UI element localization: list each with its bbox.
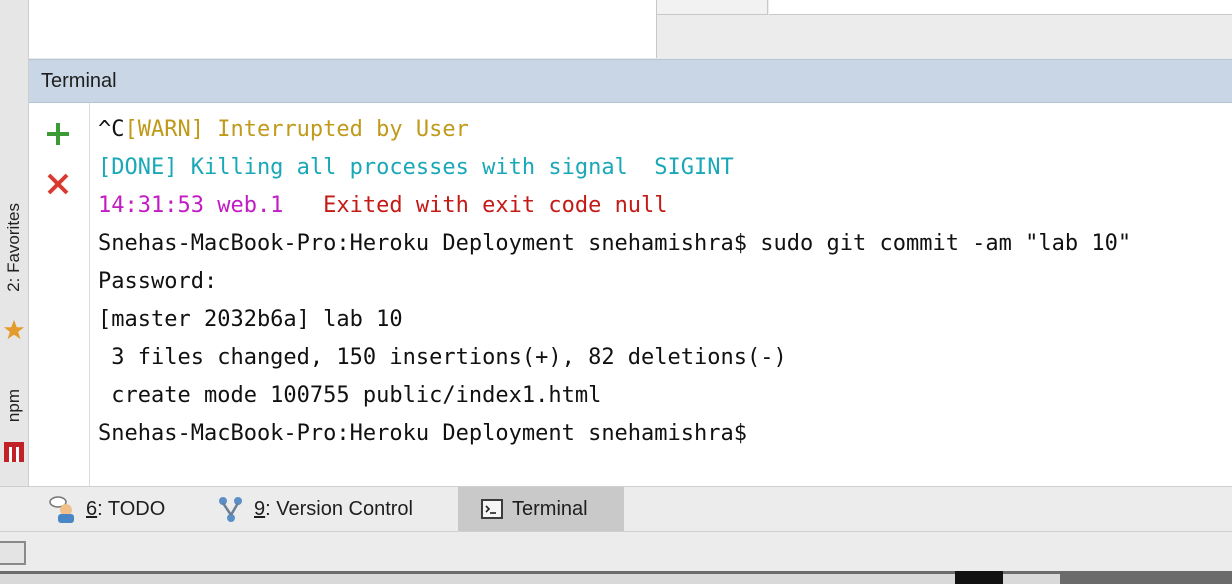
terminal-line: [master 2032b6a] lab 10 <box>98 301 403 339</box>
terminal-line: Snehas-MacBook-Pro:Heroku Deployment sne… <box>98 415 747 453</box>
terminal-text: [DONE] Killing all processes with signal… <box>98 155 734 180</box>
terminal-tab-label: Terminal <box>512 497 588 520</box>
todo-tab[interactable]: 6: TODO <box>48 487 178 531</box>
terminal-title: Terminal <box>41 69 117 92</box>
terminal-text: Snehas-MacBook-Pro:Heroku Deployment sne… <box>98 421 748 446</box>
terminal-text: 14:31:53 web.1 <box>98 193 324 218</box>
version-control-icon <box>219 497 242 522</box>
terminal-text: ^C <box>98 117 125 142</box>
terminal-text: Password: <box>98 269 218 294</box>
toggle-tool-windows-icon[interactable] <box>0 541 26 565</box>
terminal-text: [WARN] Interrupted by User <box>124 117 469 142</box>
terminal-line: 3 files changed, 150 insertions(+), 82 d… <box>98 339 787 377</box>
todo-tab-number: 6 <box>86 497 98 520</box>
terminal-line: Snehas-MacBook-Pro:Heroku Deployment sne… <box>98 225 1131 263</box>
terminal-icon <box>481 499 503 519</box>
background-window-strip <box>0 571 1232 584</box>
tool-window-bar: 6: TODO 9: Version Control Terminal <box>0 486 1232 531</box>
terminal-tab[interactable]: Terminal <box>458 487 624 531</box>
terminal-text: Snehas-MacBook-Pro:Heroku Deployment sne… <box>98 231 1132 256</box>
plus-icon[interactable] <box>43 119 73 149</box>
terminal-text: create mode 100755 public/index1.html <box>98 383 602 408</box>
todo-tab-label: : TODO <box>97 497 166 520</box>
version-control-tab-number: 9 <box>254 497 266 520</box>
terminal-line: Password: <box>98 263 217 301</box>
npm-tab-label: npm <box>4 389 23 423</box>
terminal-toolbar <box>29 103 90 486</box>
terminal-line: 14:31:53 web.1 Exited with exit code nul… <box>98 187 668 225</box>
todo-icon <box>49 496 74 523</box>
editor-panel-right <box>657 0 1232 58</box>
terminal-text: Exited with exit code null <box>323 193 668 218</box>
terminal-output[interactable]: ^C[WARN] Interrupted by User [DONE] Killi… <box>90 103 1232 486</box>
star-icon <box>0 315 28 345</box>
terminal-line: create mode 100755 public/index1.html <box>98 377 601 415</box>
version-control-tab[interactable]: 9: Version Control <box>216 487 446 531</box>
terminal-line: ^C[WARN] Interrupted by User <box>98 111 469 149</box>
terminal-text: [master 2032b6a] lab 10 <box>98 307 403 332</box>
left-tool-strip: 2: Favorites npm <box>0 0 29 486</box>
status-bar <box>0 531 1232 572</box>
version-control-tab-label: : Version Control <box>265 497 413 520</box>
favorites-tab[interactable]: 2: Favorites <box>0 185 28 310</box>
editor-panel-left <box>29 0 657 58</box>
npm-tab[interactable]: npm <box>0 380 28 432</box>
favorites-tab-label: 2: Favorites <box>4 203 23 292</box>
close-icon[interactable] <box>43 169 73 199</box>
terminal-line: [DONE] Killing all processes with signal… <box>98 149 734 187</box>
npm-icon <box>0 440 28 464</box>
terminal-text: 3 files changed, 150 insertions(+), 82 d… <box>98 345 787 370</box>
terminal-header: Terminal <box>29 59 1232 103</box>
